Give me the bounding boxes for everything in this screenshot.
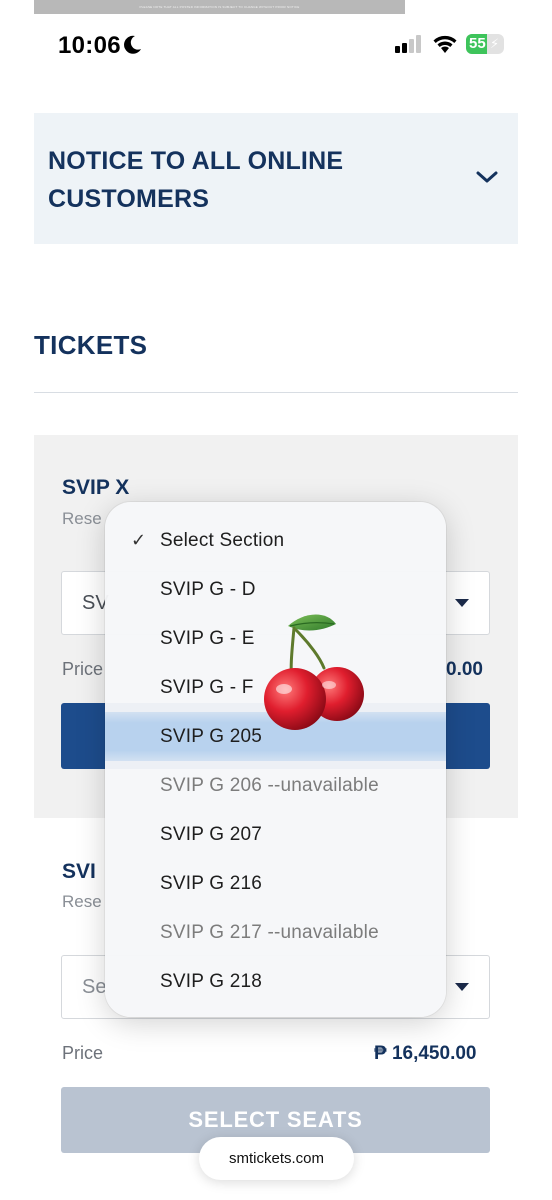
section-dropdown-menu: ✓ Select Section SVIP G - D SVIP G - E SVIP … (105, 502, 446, 1017)
dropdown-option[interactable]: ✓ Select Section (105, 516, 446, 565)
status-bar: 10:06 55 ⚡ (0, 28, 552, 64)
dropdown-option-label: SVIP G 218 (160, 971, 262, 992)
price-label: Price (62, 1043, 104, 1063)
browser-url-pill[interactable]: smtickets.com (199, 1137, 354, 1180)
dropdown-option-label: SVIP G 216 (160, 873, 262, 894)
moon-icon (124, 35, 142, 60)
dropdown-option-label: SVIP G 205 (160, 726, 262, 747)
top-banner: PLEASE NOTE THAT ALL POSTED INFORMATION … (34, 0, 405, 14)
cherry-emoji (264, 614, 364, 730)
dropdown-option[interactable]: SVIP G 207 (105, 810, 446, 859)
dropdown-option[interactable]: SVIP G 218 (105, 957, 446, 1006)
chevron-down-icon[interactable] (475, 169, 499, 190)
dropdown-option-label: Select Section (160, 530, 285, 551)
banner-text: PLEASE NOTE THAT ALL POSTED INFORMATION … (139, 5, 300, 9)
url-text: smtickets.com (228, 1150, 324, 1167)
dropdown-option[interactable]: SVIP G 217 --unavailable (105, 908, 446, 957)
dropdown-option-label: SVIP G - E (160, 628, 255, 649)
battery-icon: 55 ⚡ (466, 34, 504, 54)
notice-accordion[interactable]: NOTICE TO ALL ONLINE CUSTOMERS (34, 113, 518, 244)
dropdown-option[interactable]: SVIP G - D (105, 565, 446, 614)
tier-name: SVIP X (62, 476, 130, 499)
tickets-heading: TICKETS (34, 330, 148, 360)
dropdown-option[interactable]: SVIP G 216 (105, 859, 446, 908)
dropdown-option-label: SVIP G 206 --unavailable (160, 775, 379, 796)
tier-subtitle: Rese (62, 509, 102, 528)
select-placeholder: Se (82, 976, 107, 998)
dropdown-option-label: SVIP G 217 --unavailable (160, 922, 379, 943)
tier-subtitle: Rese (62, 892, 102, 911)
price-value: ₱ 16,450.00 (374, 1043, 477, 1064)
dropdown-option-label: SVIP G - F (160, 677, 254, 698)
select-seats-label: SELECT SEATS (188, 1107, 363, 1132)
bolt-icon: ⚡ (490, 36, 500, 51)
dropdown-option[interactable]: SVIP G 206 --unavailable (105, 761, 446, 810)
tier-name: SVI (62, 860, 96, 883)
dropdown-caret-icon (455, 983, 469, 991)
dropdown-option-label: SVIP G - D (160, 579, 256, 600)
check-icon: ✓ (131, 530, 147, 550)
signal-icon (395, 35, 423, 58)
status-time: 10:06 (58, 32, 121, 59)
dropdown-caret-icon (455, 599, 469, 607)
dropdown-option-label: SVIP G 207 (160, 824, 262, 845)
price-value: 0.00 (446, 659, 483, 680)
notice-title: NOTICE TO ALL ONLINE CUSTOMERS (48, 147, 344, 213)
battery-percent: 55 (469, 35, 486, 52)
price-label: Price (62, 659, 104, 679)
wifi-icon (432, 34, 458, 59)
divider (34, 392, 518, 393)
